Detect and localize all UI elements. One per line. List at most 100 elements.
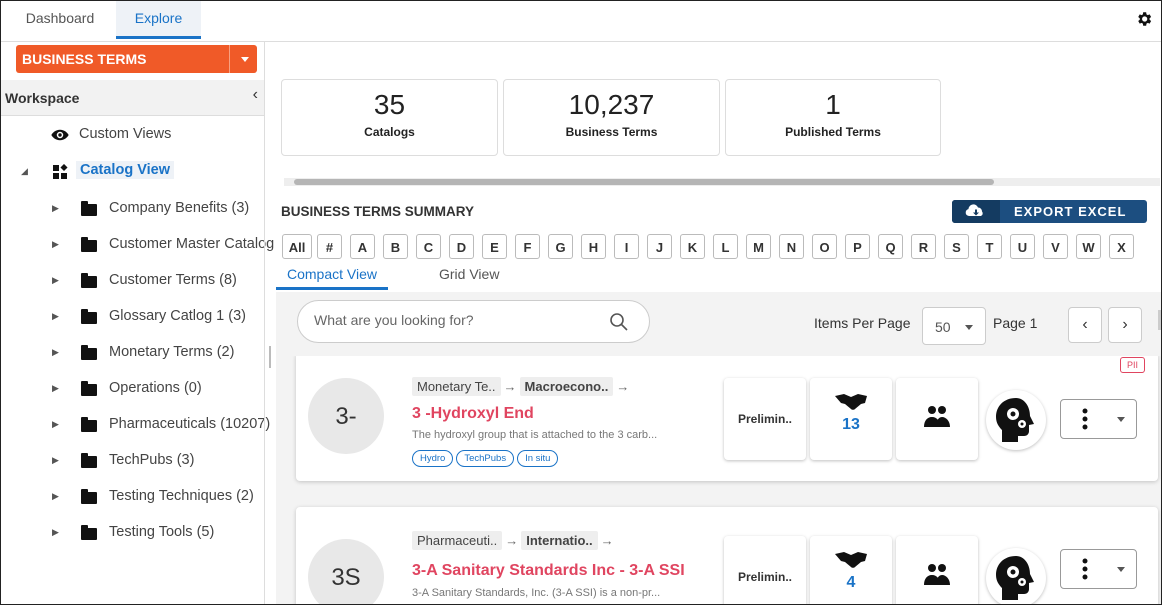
panel-resize-handle[interactable] [269, 346, 271, 368]
gear-icon[interactable] [1135, 10, 1153, 28]
breadcrumb-category[interactable]: Macroecono.. [519, 377, 614, 396]
alpha-filter[interactable]: W [1076, 234, 1101, 259]
users-box[interactable] [896, 378, 978, 460]
alpha-filter[interactable]: F [515, 234, 540, 259]
caret-right-icon[interactable]: ▶ [52, 455, 59, 466]
caret-right-icon[interactable]: ▶ [52, 419, 59, 430]
search-box[interactable] [297, 300, 650, 343]
alpha-filter[interactable]: S [944, 234, 969, 259]
chevron-down-icon[interactable] [229, 45, 257, 73]
tree-item-folder[interactable]: ▶ Operations (0) [1, 374, 264, 404]
tab-compact-view[interactable]: Compact View [276, 266, 388, 290]
term-title[interactable]: 3 -Hydroxyl End [412, 405, 534, 423]
horizontal-scrollbar[interactable] [284, 178, 1160, 186]
alpha-filter[interactable]: D [449, 234, 474, 259]
search-icon[interactable] [609, 312, 629, 332]
alpha-filter-all[interactable]: All [282, 234, 312, 259]
caret-right-icon[interactable]: ▶ [52, 203, 59, 214]
term-title[interactable]: 3-A Sanitary Standards Inc - 3-A SSI [412, 562, 685, 580]
tree-item-folder[interactable]: ▶ Glossary Catlog 1 (3) [1, 302, 264, 332]
folder-icon [81, 309, 97, 324]
ai-insights-button[interactable] [986, 390, 1046, 450]
tree-item-folder[interactable]: ▶ Testing Techniques (2) [1, 482, 264, 512]
alpha-filter[interactable]: K [680, 234, 705, 259]
alpha-filter[interactable]: T [977, 234, 1002, 259]
tree-item-folder[interactable]: ▶ Customer Terms (8) [1, 266, 264, 296]
module-select[interactable]: BUSINESS TERMS [16, 45, 257, 73]
alpha-filter[interactable]: X [1109, 234, 1134, 259]
tree-item-folder[interactable]: ▶ TechPubs (3) [1, 446, 264, 476]
tree-item-label: TechPubs (3) [109, 452, 195, 468]
alpha-filter[interactable]: # [317, 234, 342, 259]
alpha-filter[interactable]: I [614, 234, 639, 259]
alpha-filter[interactable]: R [911, 234, 936, 259]
alpha-filter[interactable]: J [647, 234, 672, 259]
alpha-filter[interactable]: M [746, 234, 771, 259]
alpha-filter[interactable]: L [713, 234, 738, 259]
tab-explore[interactable]: Explore [116, 1, 201, 39]
alpha-filter[interactable]: V [1043, 234, 1068, 259]
breadcrumb-catalog[interactable]: Pharmaceuti.. [412, 531, 503, 550]
summary-title: BUSINESS TERMS SUMMARY [281, 204, 475, 219]
status-box[interactable]: Prelimin.. [724, 378, 806, 460]
alpha-filter[interactable]: G [548, 234, 573, 259]
term-card[interactable]: 3S Pharmaceuti.. → Internatio.. → 3-A Sanit… [296, 507, 1158, 604]
prev-page-button[interactable]: ‹ [1068, 307, 1102, 343]
term-avatar: 3S [308, 539, 384, 604]
caret-right-icon[interactable]: ▶ [52, 275, 59, 286]
caret-right-icon[interactable]: ▶ [52, 491, 59, 502]
tag-chip[interactable]: TechPubs [456, 450, 515, 467]
tree-item-custom-views[interactable]: Custom Views [1, 120, 264, 150]
tree-item-label: Catalog View [76, 161, 174, 179]
caret-right-icon[interactable]: ▶ [52, 383, 59, 394]
alpha-filter[interactable]: U [1010, 234, 1035, 259]
caret-right-icon[interactable]: ▶ [52, 311, 59, 322]
tab-grid-view[interactable]: Grid View [439, 266, 499, 282]
tree-item-label: Custom Views [79, 126, 172, 142]
folder-icon [81, 453, 97, 468]
alpha-filter[interactable]: E [482, 234, 507, 259]
breadcrumb-catalog[interactable]: Monetary Te.. [412, 377, 501, 396]
status-box[interactable]: Prelimin.. [724, 536, 806, 604]
tree-item-folder[interactable]: ▶ Testing Tools (5) [1, 518, 264, 548]
tree-item-folder[interactable]: ▶ Pharmaceuticals (10207) [1, 410, 270, 440]
alpha-filter[interactable]: P [845, 234, 870, 259]
next-page-button[interactable]: › [1108, 307, 1142, 343]
tree-item-folder[interactable]: ▶ Customer Master Catalog [1, 230, 274, 260]
eye-icon [51, 129, 69, 141]
tag-chip[interactable]: In situ [517, 450, 559, 467]
stewardship-box[interactable]: 4 [810, 536, 892, 604]
collapse-panel-button[interactable]: ‹ [253, 86, 258, 104]
caret-down-icon[interactable]: ◢ [21, 166, 28, 177]
vertical-scrollbar[interactable] [1158, 310, 1161, 330]
search-input[interactable] [314, 312, 604, 328]
items-per-page-select[interactable]: 50 [922, 307, 986, 345]
alpha-filter[interactable]: H [581, 234, 606, 259]
export-excel-button[interactable]: EXPORT EXCEL [952, 200, 1147, 223]
actions-menu-button[interactable] [1060, 549, 1137, 589]
ai-insights-button[interactable] [986, 548, 1046, 604]
kebab-icon [1082, 408, 1088, 430]
term-card[interactable]: 3- Monetary Te.. → Macroecono.. → 3 -Hydrox… [296, 356, 1158, 481]
alpha-filter[interactable]: O [812, 234, 837, 259]
caret-right-icon[interactable]: ▶ [52, 239, 59, 250]
alpha-filter[interactable]: B [383, 234, 408, 259]
alpha-filter[interactable]: N [779, 234, 804, 259]
stat-card-catalogs: 35 Catalogs [281, 79, 498, 156]
users-box[interactable] [896, 536, 978, 604]
caret-right-icon[interactable]: ▶ [52, 347, 59, 358]
alpha-filter[interactable]: Q [878, 234, 903, 259]
tree-item-folder[interactable]: ▶ Company Benefits (3) [1, 194, 264, 224]
tab-dashboard[interactable]: Dashboard [15, 1, 105, 39]
alpha-filter[interactable]: A [350, 234, 375, 259]
tree-item-folder[interactable]: ▶ Monetary Terms (2) [1, 338, 264, 368]
breadcrumb-category[interactable]: Internatio.. [521, 531, 598, 550]
actions-menu-button[interactable] [1060, 399, 1137, 439]
stewardship-box[interactable]: 13 [810, 378, 892, 460]
alpha-filter[interactable]: C [416, 234, 441, 259]
tree-item-catalog-view[interactable]: ◢ Catalog View [1, 157, 264, 187]
tree-item-label: Customer Terms (8) [109, 272, 237, 288]
scrollbar-thumb[interactable] [294, 179, 994, 185]
caret-right-icon[interactable]: ▶ [52, 527, 59, 538]
tag-chip[interactable]: Hydro [412, 450, 454, 467]
